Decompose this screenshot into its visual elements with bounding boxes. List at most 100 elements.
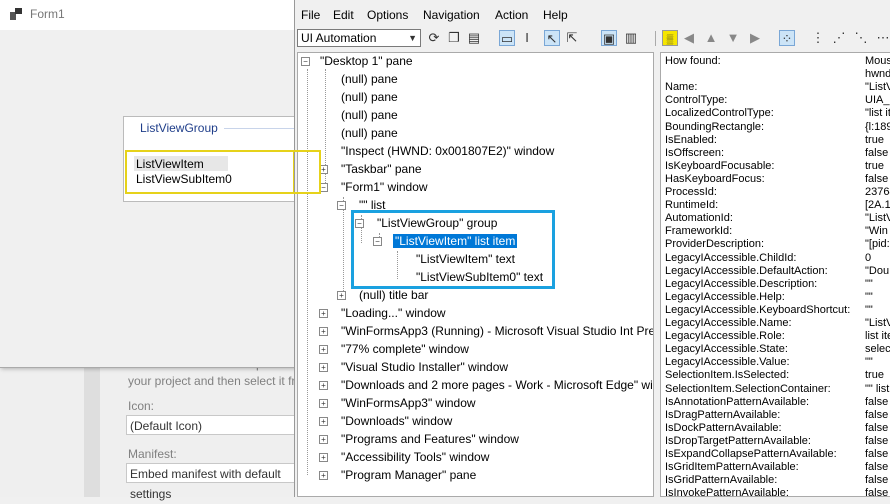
refresh-icon[interactable]: ⟳: [426, 30, 442, 46]
property-value[interactable]: true: [865, 134, 884, 147]
form-app-icon: [10, 8, 22, 20]
properties-icon[interactable]: ▤: [466, 30, 482, 46]
tree-item[interactable]: + "Accessibility Tools" window: [319, 449, 489, 465]
tree-item[interactable]: (null) pane: [326, 107, 398, 123]
property-value[interactable]: 23764: [865, 186, 890, 199]
property-value[interactable]: list ite: [865, 330, 890, 343]
sibling-nav-icon[interactable]: ⋰: [831, 30, 847, 46]
property-value[interactable]: "": [865, 278, 873, 291]
property-value[interactable]: false: [865, 147, 888, 160]
icon-select[interactable]: (Default Icon): [126, 415, 306, 435]
navigate-forward-icon[interactable]: ▶: [747, 30, 763, 46]
property-value[interactable]: selec: [865, 343, 890, 356]
highlight-rectangle: [125, 150, 295, 194]
property-value[interactable]: false: [865, 422, 888, 435]
tree-item[interactable]: (null) pane: [326, 71, 398, 87]
property-name: RuntimeId:: [665, 199, 719, 212]
navigate-back-icon[interactable]: ◀: [681, 30, 697, 46]
tree-item-label: "Visual Studio Installer" window: [341, 360, 509, 374]
tree-item[interactable]: − "Desktop 1" pane: [301, 53, 413, 69]
property-name: LegacyIAccessible.Description:: [665, 277, 818, 290]
property-value[interactable]: false: [865, 435, 888, 448]
tree-item[interactable]: + "Program Manager" pane: [319, 467, 476, 483]
tree-item[interactable]: + (null) title bar: [337, 287, 428, 303]
property-value[interactable]: false: [865, 173, 888, 186]
property-value[interactable]: true: [865, 160, 884, 173]
child-nav-icon[interactable]: ⋱: [853, 30, 869, 46]
parent-nav-icon[interactable]: ⋮: [810, 30, 826, 46]
highlight-rect-icon[interactable]: ▭: [499, 30, 515, 46]
list-view-group-header: ListViewGroup: [140, 121, 218, 135]
menu-edit[interactable]: Edit: [333, 8, 354, 22]
tree-item-label: "Downloads" window: [341, 414, 453, 428]
property-value[interactable]: "": [865, 356, 873, 369]
property-value[interactable]: false: [865, 448, 888, 461]
tree-connector: [307, 69, 308, 475]
menu-options[interactable]: Options: [367, 8, 408, 22]
tree-item[interactable]: (null) pane: [326, 125, 398, 141]
tree-item-label: "Desktop 1" pane: [320, 54, 413, 68]
tree-item[interactable]: + "Downloads and 2 more pages - Work - Mi…: [319, 377, 653, 393]
caret-icon[interactable]: ▥: [623, 30, 639, 46]
property-value[interactable]: "[pid:: [865, 238, 890, 251]
property-name: BoundingRectangle:: [665, 120, 765, 133]
tree-item[interactable]: + "Programs and Features" window: [319, 431, 519, 447]
manifest-select[interactable]: Embed manifest with default settings: [126, 463, 306, 501]
tree-item[interactable]: + "Visual Studio Installer" window: [319, 359, 508, 375]
property-value[interactable]: false: [865, 474, 888, 487]
properties-panel[interactable]: How found: Mousehwnd= Name: "ListV ControlTy…: [660, 52, 890, 497]
property-value[interactable]: false: [865, 396, 888, 409]
property-name: IsInvokePatternAvailable:: [665, 487, 789, 497]
property-value[interactable]: Mouse: [865, 55, 890, 68]
property-value[interactable]: {l:189: [865, 121, 890, 134]
menu-navigation[interactable]: Navigation: [423, 8, 480, 22]
text-cursor-icon[interactable]: I: [519, 30, 535, 46]
property-value[interactable]: "Dou: [865, 265, 889, 278]
property-value[interactable]: false: [865, 461, 888, 474]
pointer-icon[interactable]: ↖: [544, 30, 560, 46]
last-child-nav-icon[interactable]: ⋯: [875, 30, 890, 46]
property-name: IsOffscreen:: [665, 146, 725, 159]
property-value[interactable]: 0: [865, 252, 871, 265]
navigate-up-icon[interactable]: ▲: [703, 30, 719, 46]
property-value[interactable]: "ListV: [865, 81, 890, 94]
property-name: IsGridPatternAvailable:: [665, 474, 778, 487]
group-header-divider: [224, 128, 304, 129]
property-value[interactable]: "": [865, 291, 873, 304]
tree-item[interactable]: + "Loading..." window: [319, 305, 446, 321]
property-name: FrameworkId:: [665, 225, 733, 238]
property-value[interactable]: hwnd=: [865, 68, 890, 81]
property-name: How found:: [665, 55, 721, 67]
property-name: IsExpandCollapsePatternAvailable:: [665, 448, 837, 460]
property-value[interactable]: [2A.1: [865, 199, 890, 212]
property-value[interactable]: UIA_: [865, 94, 889, 107]
tree-item[interactable]: − "Form1" window: [319, 179, 428, 195]
property-value[interactable]: false: [865, 487, 888, 496]
mode-dropdown[interactable]: UI Automation ▼: [297, 29, 421, 47]
menu-file[interactable]: File: [301, 8, 320, 22]
property-value[interactable]: "Win: [865, 225, 888, 238]
tree-view-icon[interactable]: ⁘: [779, 30, 795, 46]
tree-item[interactable]: + "Taskbar" pane: [319, 161, 422, 177]
menu-help[interactable]: Help: [543, 8, 568, 22]
menu-action[interactable]: Action: [495, 8, 528, 22]
tree-item[interactable]: (null) pane: [326, 89, 398, 105]
tree-item[interactable]: + "WinFormsApp3 (Running) - Microsoft Vis…: [319, 323, 653, 339]
property-value[interactable]: true: [865, 369, 884, 382]
focus-rect-icon[interactable]: ▣: [601, 30, 617, 46]
property-value[interactable]: "": [865, 304, 873, 317]
navigate-down-icon[interactable]: ▼: [725, 30, 741, 46]
tree-item[interactable]: + "77% complete" window: [319, 341, 469, 357]
tree-item[interactable]: "Inspect (HWND: 0x001807E2)" window: [326, 143, 554, 159]
property-value[interactable]: "list it: [865, 107, 890, 120]
tree-item-label: "Accessibility Tools" window: [341, 450, 490, 464]
property-value[interactable]: "ListV: [865, 317, 890, 330]
tree-item[interactable]: + "Downloads" window: [319, 413, 452, 429]
tree-item[interactable]: + "WinFormsApp3" window: [319, 395, 476, 411]
property-value[interactable]: "" list: [865, 383, 889, 396]
property-value[interactable]: "ListV: [865, 212, 890, 225]
hover-icon[interactable]: ⇱: [564, 30, 580, 46]
yellow-highlight-icon[interactable]: ▒: [662, 30, 678, 46]
property-value[interactable]: false: [865, 409, 888, 422]
copy-icon[interactable]: ❐: [446, 30, 462, 46]
